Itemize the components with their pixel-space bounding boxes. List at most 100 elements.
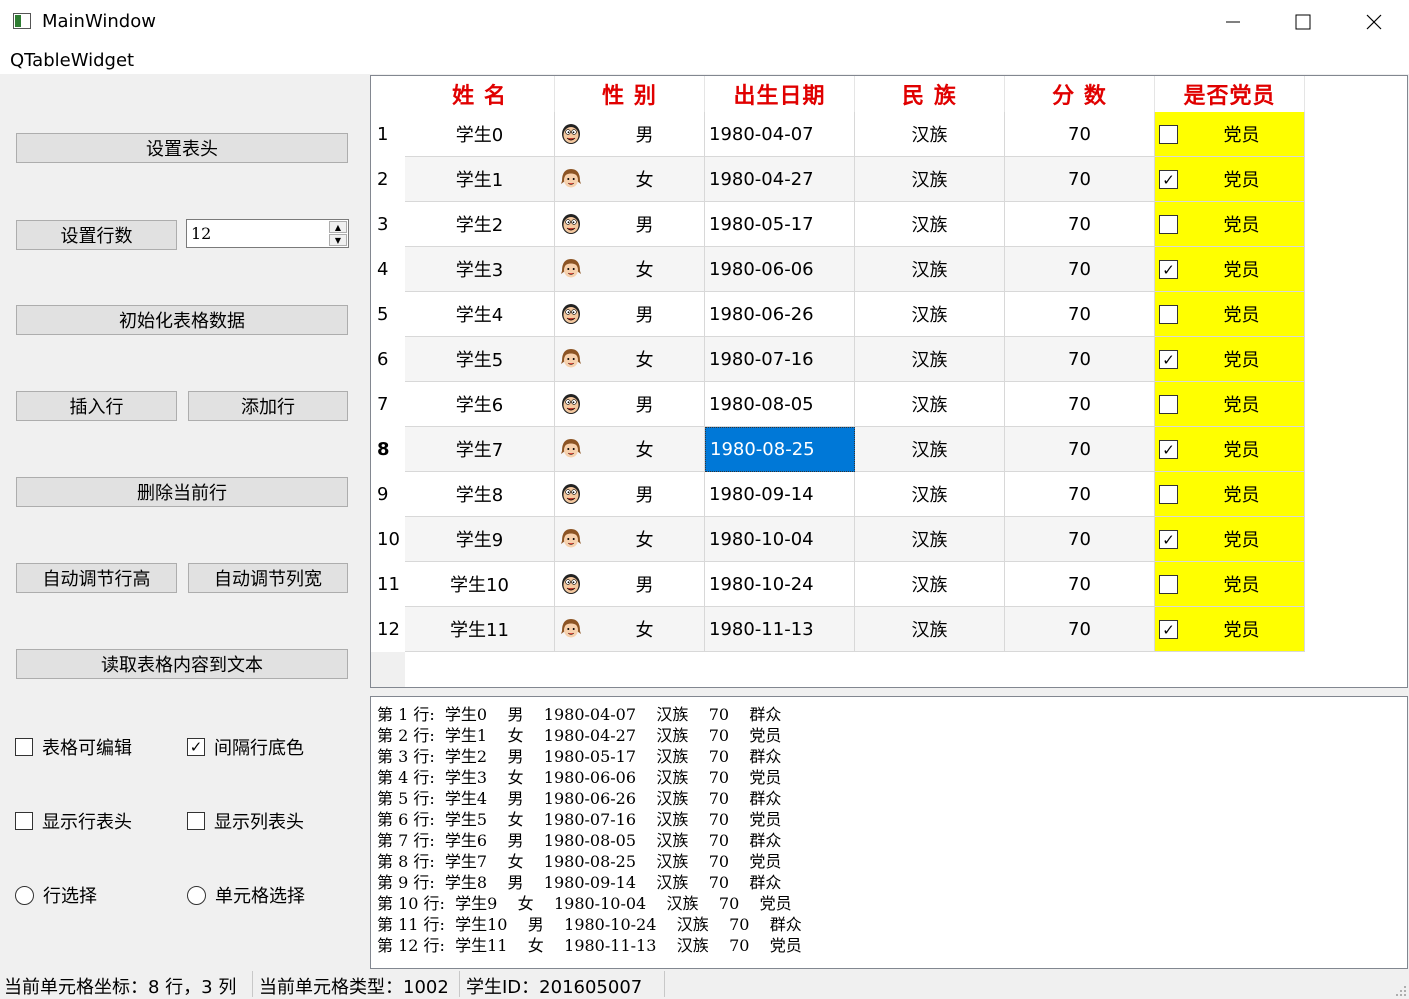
table-widget[interactable]: 姓 名性 别出生日期民 族分 数是否党员 1 学生0 男 1980-04-07 汉族 70…: [370, 75, 1408, 688]
row-header[interactable]: 12: [371, 607, 405, 652]
cell-birth[interactable]: 1980-09-14: [705, 472, 855, 517]
row-header[interactable]: 9: [371, 472, 405, 517]
cell-nation[interactable]: 汉族: [855, 517, 1005, 562]
cell-sex[interactable]: 女: [555, 427, 705, 472]
cell-score[interactable]: 70: [1005, 337, 1155, 382]
cell-sex[interactable]: 男: [555, 382, 705, 427]
menu-item-qtablewidget[interactable]: QTableWidget: [10, 50, 134, 71]
cell-party[interactable]: ✓ 党员: [1155, 427, 1305, 472]
row-header[interactable]: 4: [371, 247, 405, 292]
check-icon[interactable]: ✓: [1159, 530, 1178, 549]
cell-birth[interactable]: 1980-06-06: [705, 247, 855, 292]
rowcount-spinbox[interactable]: 12 ▲ ▼: [186, 219, 349, 248]
cell-party[interactable]: ✓ 党员: [1155, 517, 1305, 562]
cell-birth[interactable]: 1980-10-24: [705, 562, 855, 607]
cell-birth[interactable]: 1980-10-04: [705, 517, 855, 562]
row-select-radio[interactable]: 行选择: [15, 882, 97, 908]
column-header-6[interactable]: 是否党员: [1155, 76, 1305, 112]
row-header[interactable]: 3: [371, 202, 405, 247]
row-header[interactable]: 6: [371, 337, 405, 382]
checkbox-box[interactable]: [1159, 485, 1178, 504]
cell-birth-selected[interactable]: 1980-08-25: [705, 427, 855, 472]
cell-score[interactable]: 70: [1005, 202, 1155, 247]
text-output[interactable]: 第 1 行: 学生0 男 1980-04-07 汉族 70 群众第 2 行: 学…: [370, 696, 1408, 969]
spin-up-button[interactable]: ▲: [329, 221, 347, 233]
cell-party[interactable]: ✓ 党员: [1155, 337, 1305, 382]
row-header[interactable]: 2: [371, 157, 405, 202]
cell-party[interactable]: 党员: [1155, 472, 1305, 517]
column-header-2[interactable]: 性 别: [555, 76, 705, 112]
cell-name[interactable]: 学生5: [405, 337, 555, 382]
spin-down-button[interactable]: ▼: [329, 234, 347, 246]
cell-birth[interactable]: 1980-08-05: [705, 382, 855, 427]
cell-name[interactable]: 学生10: [405, 562, 555, 607]
cell-party[interactable]: ✓ 党员: [1155, 607, 1305, 652]
close-button[interactable]: [1339, 0, 1409, 44]
cell-sex[interactable]: 男: [555, 112, 705, 157]
row-header[interactable]: 7: [371, 382, 405, 427]
cell-sex[interactable]: 男: [555, 562, 705, 607]
cell-nation[interactable]: 汉族: [855, 427, 1005, 472]
col-header-checkbox[interactable]: 显示列表头: [187, 808, 304, 834]
cell-sex[interactable]: 女: [555, 517, 705, 562]
auto-col-width-button[interactable]: 自动调节列宽: [188, 563, 348, 593]
init-table-button[interactable]: 初始化表格数据: [16, 305, 348, 335]
cell-name[interactable]: 学生2: [405, 202, 555, 247]
cell-name[interactable]: 学生11: [405, 607, 555, 652]
checkbox-box[interactable]: [1159, 125, 1178, 144]
cell-name[interactable]: 学生6: [405, 382, 555, 427]
checkbox-box[interactable]: [1159, 575, 1178, 594]
cell-party[interactable]: 党员: [1155, 382, 1305, 427]
check-icon[interactable]: ✓: [1159, 170, 1178, 189]
cell-nation[interactable]: 汉族: [855, 112, 1005, 157]
cell-score[interactable]: 70: [1005, 517, 1155, 562]
cell-name[interactable]: 学生9: [405, 517, 555, 562]
column-header-5[interactable]: 分 数: [1005, 76, 1155, 112]
cell-score[interactable]: 70: [1005, 382, 1155, 427]
cell-party[interactable]: 党员: [1155, 202, 1305, 247]
column-header-1[interactable]: 姓 名: [405, 76, 555, 112]
cell-birth[interactable]: 1980-04-07: [705, 112, 855, 157]
cell-nation[interactable]: 汉族: [855, 247, 1005, 292]
cell-name[interactable]: 学生7: [405, 427, 555, 472]
cell-birth[interactable]: 1980-07-16: [705, 337, 855, 382]
cell-score[interactable]: 70: [1005, 607, 1155, 652]
cell-name[interactable]: 学生0: [405, 112, 555, 157]
cell-sex[interactable]: 男: [555, 202, 705, 247]
cell-nation[interactable]: 汉族: [855, 562, 1005, 607]
cell-nation[interactable]: 汉族: [855, 337, 1005, 382]
row-header[interactable]: 11: [371, 562, 405, 607]
cell-name[interactable]: 学生3: [405, 247, 555, 292]
set-rowcount-button[interactable]: 设置行数: [16, 220, 177, 250]
column-header-3[interactable]: 出生日期: [705, 76, 855, 112]
cell-nation[interactable]: 汉族: [855, 607, 1005, 652]
cell-sex[interactable]: 女: [555, 247, 705, 292]
cell-name[interactable]: 学生4: [405, 292, 555, 337]
column-header-4[interactable]: 民 族: [855, 76, 1005, 112]
read-table-button[interactable]: 读取表格内容到文本: [16, 649, 348, 679]
cell-sex[interactable]: 男: [555, 472, 705, 517]
cell-birth[interactable]: 1980-04-27: [705, 157, 855, 202]
cell-sex[interactable]: 女: [555, 337, 705, 382]
append-row-button[interactable]: 添加行: [188, 391, 348, 421]
cell-nation[interactable]: 汉族: [855, 382, 1005, 427]
delete-row-button[interactable]: 删除当前行: [16, 477, 348, 507]
maximize-button[interactable]: [1268, 0, 1338, 44]
cell-score[interactable]: 70: [1005, 247, 1155, 292]
cell-score[interactable]: 70: [1005, 157, 1155, 202]
checkbox-box[interactable]: [1159, 395, 1178, 414]
cell-name[interactable]: 学生8: [405, 472, 555, 517]
row-header-checkbox[interactable]: 显示行表头: [15, 808, 132, 834]
cell-score[interactable]: 70: [1005, 472, 1155, 517]
row-header[interactable]: 1: [371, 112, 405, 157]
cell-birth[interactable]: 1980-11-13: [705, 607, 855, 652]
cell-nation[interactable]: 汉族: [855, 472, 1005, 517]
cell-score[interactable]: 70: [1005, 427, 1155, 472]
cell-sex[interactable]: 女: [555, 157, 705, 202]
cell-score[interactable]: 70: [1005, 292, 1155, 337]
cell-party[interactable]: 党员: [1155, 562, 1305, 607]
cell-party[interactable]: ✓ 党员: [1155, 157, 1305, 202]
auto-row-height-button[interactable]: 自动调节行高: [16, 563, 177, 593]
row-header[interactable]: 8: [371, 427, 405, 472]
alt-rows-checkbox[interactable]: ✓ 间隔行底色: [187, 734, 304, 760]
